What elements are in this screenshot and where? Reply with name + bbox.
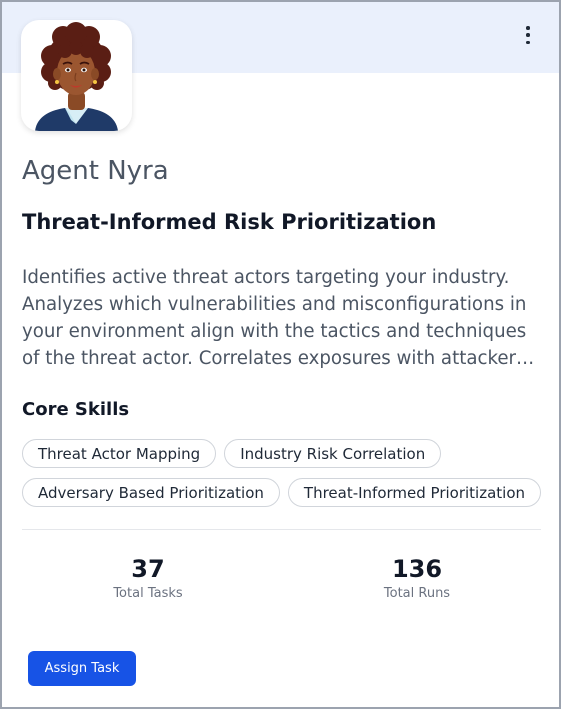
agent-title: Threat-Informed Risk Prioritization (22, 210, 437, 234)
agent-description: Identifies active threat actors targetin… (22, 267, 527, 369)
stat-total-runs: 136 Total Runs (327, 554, 507, 601)
skill-chip: Industry Risk Correlation (224, 439, 442, 468)
stat-label: Total Tasks (113, 586, 183, 601)
skill-chip: Threat-Informed Prioritization (287, 478, 542, 507)
stat-total-tasks: 37 Total Tasks (58, 554, 238, 601)
avatar (21, 20, 132, 131)
more-options-icon[interactable] (519, 24, 537, 46)
agent-card: Agent Nyra Threat-Informed Risk Prioriti… (0, 0, 561, 709)
assign-task-button[interactable]: Assign Task (28, 651, 136, 686)
stat-value: 37 (131, 555, 165, 583)
agent-avatar-illustration (35, 22, 118, 131)
skill-chip: Threat Actor Mapping (22, 439, 217, 468)
divider (22, 529, 541, 530)
skill-chip: Adversary Based Prioritization (22, 478, 280, 507)
stat-value: 136 (391, 555, 443, 583)
skills-heading: Core Skills (22, 399, 130, 420)
agent-name: Agent Nyra (22, 156, 169, 186)
skills-list: Threat Actor Mapping Industry Risk Corre… (22, 439, 552, 517)
stat-label: Total Runs (383, 586, 451, 601)
